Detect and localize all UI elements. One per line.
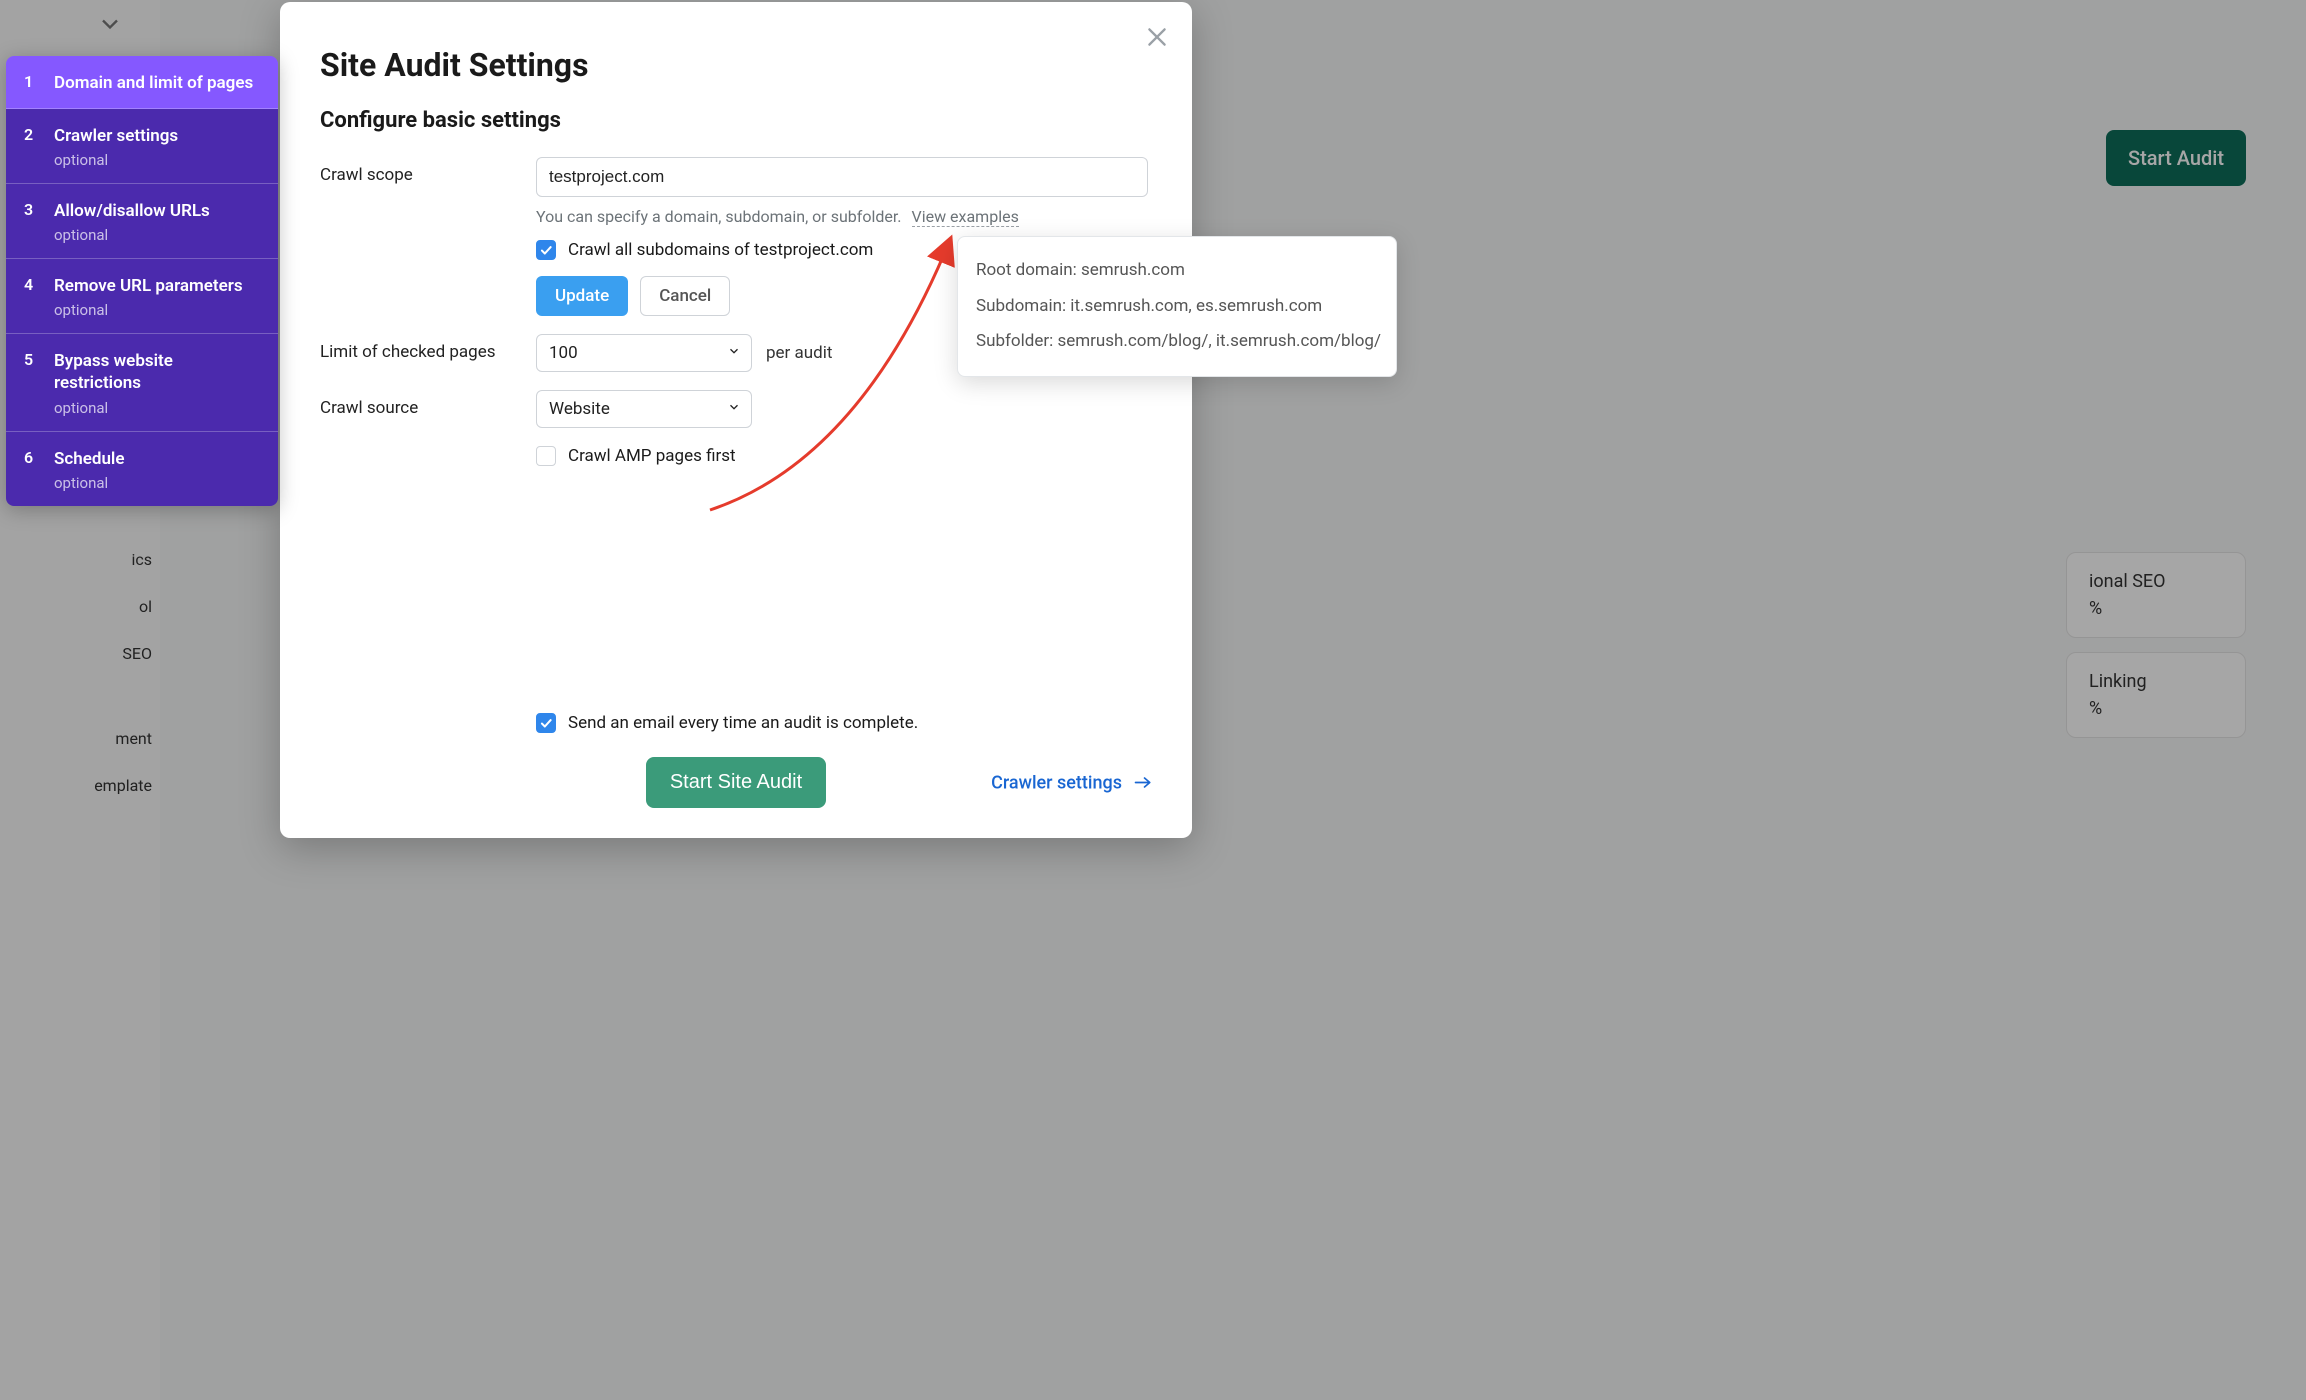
limit-checked-pages-select[interactable]: 100 <box>536 334 752 372</box>
crawl-amp-first-checkbox[interactable] <box>536 446 556 466</box>
crawl-all-subdomains-checkbox[interactable] <box>536 240 556 260</box>
chevron-down-icon <box>727 343 741 363</box>
step-schedule[interactable]: 6 Schedule optional <box>6 432 278 506</box>
step-optional: optional <box>54 301 260 319</box>
start-site-audit-button[interactable]: Start Site Audit <box>646 757 826 808</box>
step-allow-disallow[interactable]: 3 Allow/disallow URLs optional <box>6 184 278 259</box>
view-examples-tooltip: Root domain: semrush.com Subdomain: it.s… <box>957 236 1397 377</box>
crawl-source-select[interactable]: Website <box>536 390 752 428</box>
step-label: Domain and limit of pages <box>54 72 260 94</box>
site-audit-settings-modal: Site Audit Settings Configure basic sett… <box>280 2 1192 838</box>
per-audit-label: per audit <box>766 343 832 363</box>
update-button[interactable]: Update <box>536 276 628 316</box>
crawl-source-label: Crawl source <box>320 390 536 418</box>
step-label: Schedule <box>54 448 260 470</box>
crawl-scope-hint: You can specify a domain, subdomain, or … <box>536 207 1152 226</box>
arrow-right-icon <box>1134 776 1152 790</box>
crawl-all-subdomains-label: Crawl all subdomains of testproject.com <box>568 240 873 260</box>
crawl-amp-first-label: Crawl AMP pages first <box>568 446 736 466</box>
email-on-complete-checkbox[interactable] <box>536 713 556 733</box>
limit-checked-pages-label: Limit of checked pages <box>320 334 536 362</box>
step-remove-url-params[interactable]: 4 Remove URL parameters optional <box>6 259 278 334</box>
modal-title: Site Audit Settings <box>320 46 1152 84</box>
cancel-button[interactable]: Cancel <box>640 276 730 316</box>
modal-subtitle: Configure basic settings <box>320 108 1152 133</box>
tooltip-line: Subfolder: semrush.com/blog/, it.semrush… <box>976 324 1378 360</box>
crawl-scope-label: Crawl scope <box>320 157 536 185</box>
modal-footer: Send an email every time an audit is com… <box>280 713 1192 838</box>
tooltip-line: Subdomain: it.semrush.com, es.semrush.co… <box>976 289 1378 325</box>
step-optional: optional <box>54 399 260 417</box>
view-examples-link[interactable]: View examples <box>912 207 1019 227</box>
step-label: Remove URL parameters <box>54 275 260 297</box>
chevron-down-icon <box>727 399 741 419</box>
crawl-scope-input[interactable] <box>536 157 1148 197</box>
step-optional: optional <box>54 226 260 244</box>
step-label: Allow/disallow URLs <box>54 200 260 222</box>
step-label: Crawler settings <box>54 125 260 147</box>
step-crawler-settings[interactable]: 2 Crawler settings optional <box>6 109 278 184</box>
step-label: Bypass website restrictions <box>54 350 260 394</box>
settings-steps-nav: 1 Domain and limit of pages 2 Crawler se… <box>6 56 278 506</box>
tooltip-line: Root domain: semrush.com <box>976 253 1378 289</box>
close-icon[interactable] <box>1144 24 1170 50</box>
step-domain-limit[interactable]: 1 Domain and limit of pages <box>6 56 278 109</box>
step-bypass-restrictions[interactable]: 5 Bypass website restrictions optional <box>6 334 278 431</box>
step-optional: optional <box>54 474 260 492</box>
step-optional: optional <box>54 151 260 169</box>
email-on-complete-label: Send an email every time an audit is com… <box>568 713 918 733</box>
crawler-settings-next-link[interactable]: Crawler settings <box>991 772 1152 793</box>
